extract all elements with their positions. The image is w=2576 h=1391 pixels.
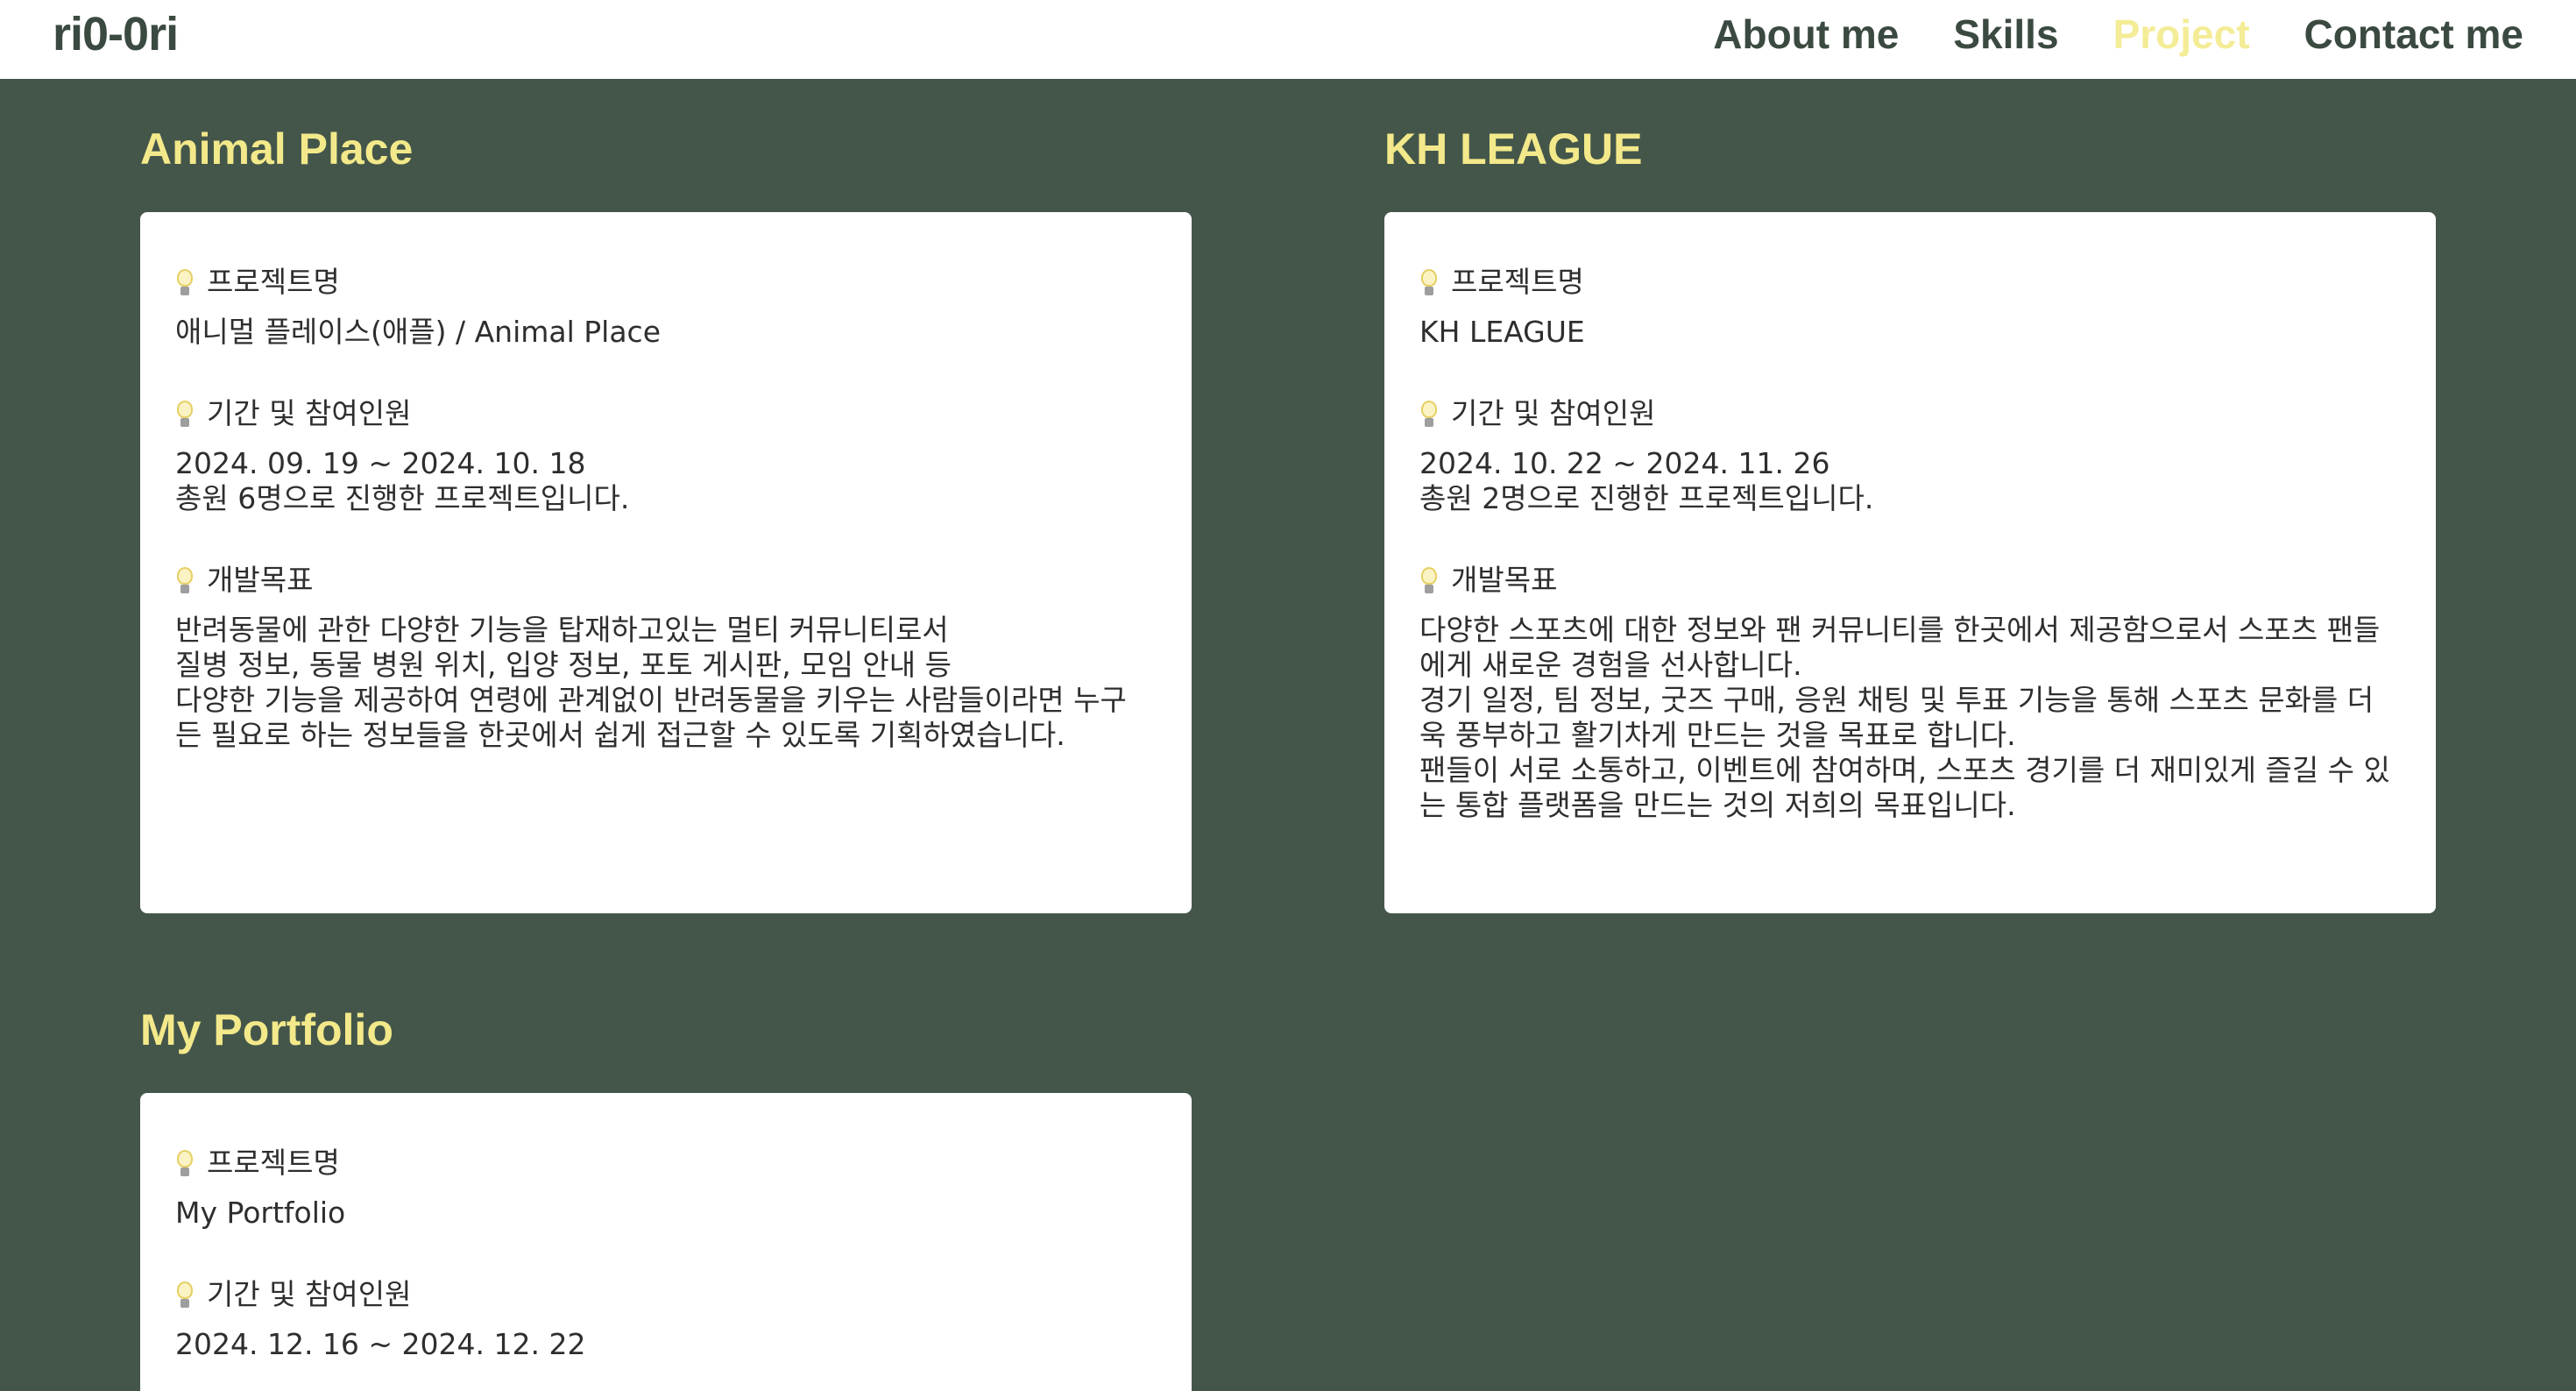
section-text: KH LEAGUE (1419, 315, 1585, 349)
lightbulb-icon (1419, 267, 1439, 297)
dev-goal-section: 개발목표 다양한 스포츠에 대한 정보와 팬 커뮤니티를 한곳에서 제공함으로서… (1419, 561, 2401, 823)
lightbulb-icon (175, 1148, 195, 1178)
project-card-animal-place: 프로젝트명 애니멀 플레이스(애플) / Animal Place 기간 및 참… (140, 212, 1192, 913)
section-label: 기간 및 참여인원 (1419, 394, 2401, 433)
section-text: 2024. 09. 19 ~ 2024. 10. 18 총원 6명으로 진행한 … (175, 446, 630, 515)
site-logo[interactable]: ri0-0ri (53, 4, 179, 65)
lightbulb-icon (175, 1280, 195, 1309)
section-label: 기간 및 참여인원 (175, 394, 1157, 433)
section-label-text: 개발목표 (1451, 563, 1558, 597)
project-name-section: 프로젝트명 애니멀 플레이스(애플) / Animal Place (175, 263, 1157, 350)
lightbulb-icon (1419, 565, 1439, 595)
top-navigation-bar: ri0-0ri About me Skills Project Contact … (0, 0, 2576, 79)
nav-project[interactable]: Project (2113, 5, 2250, 63)
project-name-section: 프로젝트명 My Portfolio (175, 1144, 1157, 1231)
project-title-my-portfolio: My Portfolio (140, 1005, 393, 1054)
section-label-text: 프로젝트명 (207, 265, 340, 299)
section-text: 다양한 스포츠에 대한 정보와 팬 커뮤니티를 한곳에서 제공함으로서 스포츠 … (1419, 613, 2390, 822)
period-members-section: 기간 및 참여인원 2024. 09. 19 ~ 2024. 10. 18 총원… (175, 394, 1157, 516)
section-label-text: 기간 및 참여인원 (1451, 396, 1656, 430)
period-members-section: 기간 및 참여인원 2024. 10. 22 ~ 2024. 11. 26 총원… (1419, 394, 2401, 516)
project-title-animal-place: Animal Place (140, 124, 414, 174)
project-name-section: 프로젝트명 KH LEAGUE (1419, 263, 2401, 350)
section-label-text: 개발목표 (207, 563, 314, 597)
section-label: 프로젝트명 (1419, 263, 2401, 302)
section-label-text: 기간 및 참여인원 (207, 1277, 412, 1311)
lightbulb-icon (1419, 399, 1439, 429)
lightbulb-icon (175, 399, 195, 429)
project-card-kh-league: 프로젝트명 KH LEAGUE 기간 및 참여인원 2024. 10. 22 ~… (1384, 212, 2436, 913)
section-label-text: 기간 및 참여인원 (207, 396, 412, 430)
dev-goal-section: 개발목표 반려동물에 관한 다양한 기능을 탑재하고있는 멀티 커뮤니티로서 질… (175, 561, 1157, 753)
lightbulb-icon (175, 565, 195, 595)
section-label-text: 프로젝트명 (207, 1146, 340, 1180)
section-label: 프로젝트명 (175, 263, 1157, 302)
section-label-text: 프로젝트명 (1451, 265, 1584, 299)
nav-skills[interactable]: Skills (1953, 5, 2058, 63)
section-text: 2024. 12. 16 ~ 2024. 12. 22 (175, 1327, 586, 1361)
nav-contact-me[interactable]: Contact me (2304, 5, 2523, 63)
section-text: 반려동물에 관한 다양한 기능을 탑재하고있는 멀티 커뮤니티로서 질병 정보,… (175, 613, 1127, 752)
section-text: 2024. 10. 22 ~ 2024. 11. 26 총원 2명으로 진행한 … (1419, 446, 1874, 515)
nav-about-me[interactable]: About me (1713, 5, 1899, 63)
main-nav: About me Skills Project Contact me (1713, 5, 2523, 63)
lightbulb-icon (175, 267, 195, 297)
section-text: 애니멀 플레이스(애플) / Animal Place (175, 315, 661, 349)
section-label: 기간 및 참여인원 (175, 1275, 1157, 1314)
section-label: 프로젝트명 (175, 1144, 1157, 1182)
section-label: 개발목표 (175, 561, 1157, 600)
section-text: My Portfolio (175, 1196, 346, 1230)
project-card-my-portfolio: 프로젝트명 My Portfolio 기간 및 참여인원 2024. 12. 1… (140, 1093, 1192, 1391)
project-title-kh-league: KH LEAGUE (1384, 124, 1643, 174)
section-label: 개발목표 (1419, 561, 2401, 600)
period-members-section: 기간 및 참여인원 2024. 12. 16 ~ 2024. 12. 22 (175, 1275, 1157, 1362)
